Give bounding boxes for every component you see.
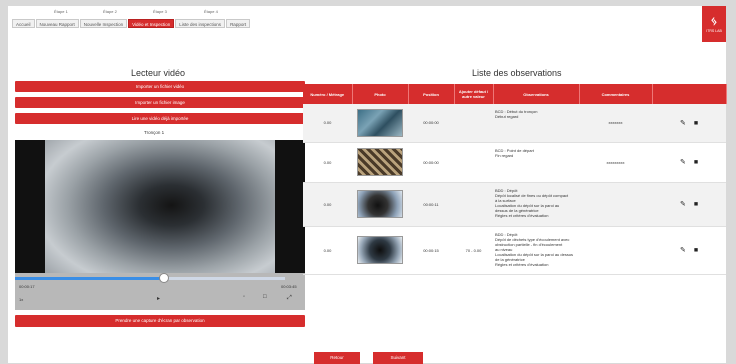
step-label: Étape 2 [103,9,117,14]
observation-thumbnail[interactable] [357,108,403,137]
back-button[interactable]: Retour [314,352,360,364]
seek-progress-fill [15,277,164,280]
video-reader-title: Lecteur vidéo [131,68,186,78]
cell-actions: ✎ ■ [652,104,726,143]
cell-photo[interactable] [352,142,408,183]
column-header: Commentaires [579,84,653,104]
cell-description: BCD : Point de départ Fin regard [493,142,579,183]
table-row[interactable]: 0.00 00:00:00 BCD : Point de départ Fin re… [303,142,726,183]
step-progress-bar: Étape 1 Étape 2 Étape 3 Étape 4 Accueil N… [8,6,726,40]
tab-5[interactable]: Rapport [226,19,251,28]
import-image-button[interactable]: Importer un fichier image [15,97,305,108]
tab-3[interactable]: Vidéo et Inspection [128,19,175,28]
column-header [652,84,727,104]
cell-photo[interactable] [352,104,408,143]
cell-number: 0.00 [303,142,352,183]
capture-observation-button[interactable]: Prendre une capture d'écran par observat… [15,315,305,327]
cell-number: 0.00 [303,182,352,227]
volume-icon[interactable]: ◦ [243,294,245,300]
time-total: 00:03:45 [281,284,297,289]
cell-comment [579,182,652,227]
column-header: Position [408,84,455,104]
step-label: Étape 3 [153,9,167,14]
play-icon[interactable]: ▸ [157,295,160,302]
pipe-video-frame [45,140,275,285]
app-window: Étape 1 Étape 2 Étape 3 Étape 4 Accueil N… [8,6,727,364]
logo-icon: ᛃ [710,14,718,28]
brand-logo: ᛃ ITRS LAB [702,6,726,42]
observations-title: Liste des observations [472,68,562,78]
cell-comment [579,226,652,275]
video-player[interactable]: 00:00:17 1x 00:03:45 ▸ ◦ □ ⤢ [15,140,305,310]
edit-icon[interactable]: ✎ [680,120,686,127]
cell-description: BDD : Dépôt Dépôt de déchets type d'écou… [493,226,579,275]
observations-table: Numéro / Métrage Photo Position Ajouter déf… [303,84,727,275]
step-label: Étape 1 [54,9,68,14]
delete-icon[interactable]: ■ [694,120,698,127]
section-label: Tronçon 1 [144,130,165,135]
cell-value [454,182,493,227]
table-header: Numéro / Métrage Photo Position Ajouter déf… [303,84,727,104]
edit-icon[interactable]: ✎ [680,159,686,166]
cell-description: BDD : Dépôt Dépôt localisé de fines ou d… [493,182,579,227]
read-imported-video-button[interactable]: Lire une vidéo déjà importée [15,113,305,124]
cell-comment: xxxxxxx [579,104,652,143]
cell-position: 00:00:11 [408,182,454,227]
tab-1[interactable]: Nouveau Rapport [35,19,79,28]
observation-thumbnail[interactable] [357,190,403,218]
cell-actions: ✎ ■ [652,226,726,275]
fullscreen-icon[interactable]: □ [263,294,267,300]
time-current: 00:00:17 [19,284,35,289]
delete-icon[interactable]: ■ [694,247,698,254]
edit-icon[interactable]: ✎ [680,201,686,208]
import-video-button[interactable]: Importer un fichier vidéo [15,81,305,92]
cell-actions: ✎ ■ [652,182,726,227]
cell-position: 00:00:00 [408,142,454,183]
tab-0[interactable]: Accueil [12,19,35,28]
cell-description: BCD : Début du tronçon Début regard [493,104,579,143]
delete-icon[interactable]: ■ [694,159,698,166]
column-header: Observations [493,84,580,104]
cell-value [454,142,493,183]
cell-comment: xxxxxxxxx [579,142,652,183]
step-label: Étape 4 [204,9,218,14]
observation-thumbnail[interactable] [357,236,403,264]
cell-value [454,104,493,143]
tab-bar: Accueil Nouveau Rapport Nouvelle Inspectio… [12,19,251,28]
column-header: Photo [352,84,409,104]
cell-photo[interactable] [352,182,408,227]
column-header: Numéro / Métrage [303,84,353,104]
table-row[interactable]: 0.00 00:00:11 BDD : Dépôt Dépôt localisé d… [303,182,726,227]
cell-actions: ✎ ■ [652,142,726,183]
cell-number: 0.00 [303,226,352,275]
edit-icon[interactable]: ✎ [680,247,686,254]
column-header: Ajouter défaut / autre valeur [454,84,494,104]
video-seek-slider[interactable] [15,273,285,283]
delete-icon[interactable]: ■ [694,201,698,208]
tab-4[interactable]: Liste des inspections [175,19,226,28]
seek-knob[interactable] [158,273,169,283]
cell-number: 0.00 [303,104,352,143]
tab-2[interactable]: Nouvelle Inspection [79,19,128,28]
next-button[interactable]: Suivant [373,352,423,364]
expand-icon[interactable]: ⤢ [287,295,292,302]
observation-thumbnail[interactable] [357,148,403,176]
cell-photo[interactable] [352,226,408,275]
cell-position: 00:00:15 [408,226,454,275]
speed-label: 1x [19,297,24,302]
logo-text: ITRS LAB [706,29,722,33]
table-row[interactable]: 0.00 00:00:00 BCD : Début du tronçon Début… [303,104,726,143]
cell-position: 00:00:00 [408,104,454,143]
table-row[interactable]: 0.00 00:00:15 70 - 0.00 BDD : Dépôt Dépôt d… [303,226,726,275]
cell-value: 70 - 0.00 [454,226,493,275]
